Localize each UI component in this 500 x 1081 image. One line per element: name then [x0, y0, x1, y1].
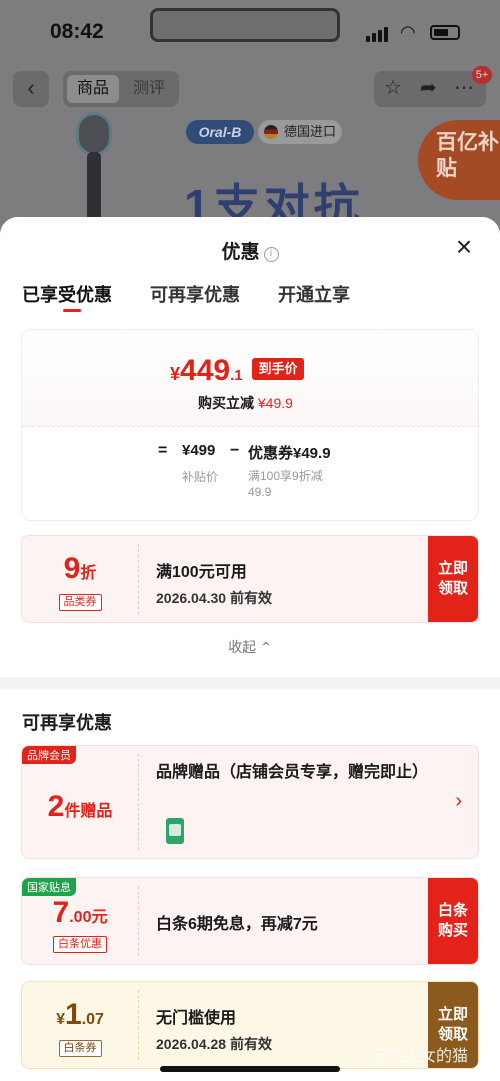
- tab-review[interactable]: 测评: [123, 75, 175, 103]
- watermark: 元气少女的猫: [372, 1048, 469, 1065]
- home-indicator[interactable]: [160, 1066, 340, 1072]
- discount-summary: 购买立减 ¥49.9: [198, 395, 293, 411]
- coupon-amount: 9折: [63, 552, 97, 585]
- collapse-button[interactable]: 收起 ⌃: [0, 637, 500, 657]
- corner-tag: 国家贴息: [22, 878, 76, 896]
- claim-button[interactable]: 立即领取: [428, 536, 478, 622]
- gift-product-icon: [166, 818, 184, 844]
- minus-sign: −: [230, 442, 240, 459]
- base-price: ¥499: [182, 442, 216, 459]
- final-price: ¥449.1: [170, 354, 243, 387]
- coupon-divider: [138, 886, 139, 956]
- back-button[interactable]: ‹: [13, 71, 49, 107]
- tab-product[interactable]: 商品: [67, 75, 119, 103]
- baitiao-coupon: 国家贴息 7.00元 白条优惠 白条6期免息，再减7元 白条购买: [21, 877, 479, 965]
- info-icon[interactable]: i: [263, 247, 279, 262]
- status-time: 08:42: [50, 20, 104, 43]
- gift-coupon[interactable]: 品牌会员 2件赠品 品牌赠品（店铺会员专享，赠完即止） ›: [21, 745, 479, 859]
- coupon-amount: 7.00元: [52, 896, 108, 929]
- baitiao-buy-button[interactable]: 白条购买: [428, 878, 478, 964]
- coupon-divider: [138, 990, 139, 1060]
- coupon-amount: ¥1.07: [56, 998, 104, 1031]
- gift-description: 品牌赠品（店铺会员专享，赠完即止）: [156, 764, 429, 781]
- coupon-type-badge: 白条优惠: [53, 936, 107, 953]
- share-icon[interactable]: ➦: [420, 75, 437, 100]
- sheet-title: 优惠 i: [0, 237, 500, 264]
- product-tabs: 商品 测评: [63, 71, 179, 107]
- coupon-divider: [138, 544, 139, 614]
- coupon-expiry: 2026.04.30 前有效: [156, 590, 272, 606]
- coupon-type-badge: 白条券: [58, 1040, 102, 1057]
- import-label: 德国进口: [284, 124, 337, 139]
- import-badge: 德国进口: [258, 120, 342, 144]
- base-price-label: 补贴价: [182, 470, 219, 484]
- tab-enjoyed[interactable]: 已享受优惠: [22, 281, 112, 307]
- coupon-condition: 无门槛使用: [156, 1010, 237, 1027]
- germany-flag-icon: [264, 125, 278, 139]
- coupon-type-badge: 品类券: [58, 594, 102, 611]
- coupon-expiry: 2026.04.28 前有效: [156, 1036, 272, 1052]
- coupon-deduction: 优惠券¥49.9: [248, 445, 331, 462]
- brand-logo: Oral-B: [186, 120, 254, 144]
- wifi-icon: ◠: [400, 22, 416, 42]
- corner-tag: 品牌会员: [22, 746, 76, 764]
- close-icon: ×: [455, 231, 473, 262]
- discount-sheet: 优惠 i × 已享受优惠 可再享优惠 开通立享 ¥449.1 到手价 购买立减 ¥…: [0, 217, 500, 1081]
- more-icon[interactable]: ⋯: [454, 75, 474, 100]
- tab-more[interactable]: 可再享优惠: [150, 281, 240, 307]
- divider: [22, 426, 478, 427]
- coupon-divider: [138, 754, 139, 850]
- battery-icon: [430, 25, 460, 40]
- dynamic-island: [150, 8, 340, 42]
- section-title: 可再享优惠: [22, 713, 112, 733]
- tab-activate[interactable]: 开通立享: [278, 281, 350, 307]
- chevron-left-icon: ‹: [27, 75, 35, 100]
- star-icon[interactable]: ☆: [384, 75, 402, 100]
- coupon-deduction-label: 满100享9折减49.9: [248, 469, 323, 499]
- coupon-condition: 满100元可用: [156, 564, 247, 581]
- subsidy-badge: 百亿补贴: [418, 120, 500, 200]
- status-bar: 08:42 ◠: [0, 0, 500, 60]
- final-price-tag: 到手价: [252, 358, 304, 380]
- gift-count: 2件赠品: [47, 790, 113, 823]
- product-image: [76, 112, 112, 232]
- coupon-condition: 白条6期免息，再减7元: [156, 916, 318, 933]
- nav-actions: ☆ ➦ ⋯: [374, 71, 486, 107]
- price-breakdown-card: ¥449.1 到手价 购买立减 ¥49.9 = ¥499 补贴价 − 优惠券¥4…: [21, 329, 479, 521]
- tab-active-indicator: [63, 309, 81, 312]
- category-coupon: 9折 品类券 满100元可用 2026.04.30 前有效 立即领取: [21, 535, 479, 623]
- chevron-right-icon[interactable]: ›: [455, 790, 462, 813]
- close-button[interactable]: ×: [450, 233, 478, 261]
- equals-sign: =: [158, 442, 168, 459]
- signal-icon: [366, 26, 390, 42]
- message-badge: 5+: [472, 66, 492, 84]
